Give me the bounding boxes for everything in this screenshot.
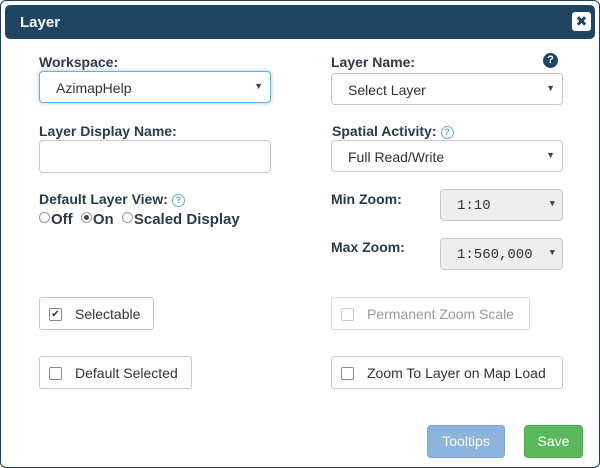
radio-on[interactable]: [80, 212, 92, 223]
chevron-down-icon: ▼: [254, 81, 263, 91]
max-zoom-select[interactable]: 1:560,000 ▼: [440, 238, 563, 270]
default-layer-view-radio-group: Off On Scaled Display: [39, 211, 240, 228]
checkbox-box: [341, 367, 354, 380]
spatial-activity-label-text: Spatial Activity:: [332, 123, 437, 139]
min-zoom-select[interactable]: 1:10 ▼: [440, 189, 563, 221]
layer-display-name-label: Layer Display Name:: [39, 123, 177, 139]
min-zoom-value: 1:10: [457, 198, 491, 214]
max-zoom-value: 1:560,000: [457, 247, 533, 263]
spatial-activity-value: Full Read/Write: [348, 149, 445, 165]
dialog-title: Layer: [20, 14, 61, 31]
zoom-to-layer-checkbox[interactable]: Zoom To Layer on Map Load: [331, 356, 563, 389]
radio-on-label: On: [92, 211, 114, 228]
default-layer-view-label-text: Default Layer View:: [39, 191, 168, 207]
radio-scaled-display-label: Scaled Display: [133, 211, 240, 228]
chevron-down-icon: ▼: [546, 150, 555, 160]
chevron-down-icon: ▼: [549, 199, 555, 209]
chevron-down-icon: ▼: [546, 83, 555, 93]
layer-display-name-input[interactable]: [39, 140, 271, 173]
radio-scaled-display[interactable]: [121, 212, 133, 223]
layer-name-select[interactable]: Select Layer ▼: [331, 73, 563, 105]
selectable-checkbox[interactable]: ✔ Selectable: [39, 297, 154, 330]
max-zoom-label: Max Zoom:: [331, 239, 405, 255]
help-icon[interactable]: ?: [440, 126, 454, 139]
close-icon[interactable]: ✖: [572, 12, 591, 31]
min-zoom-label: Min Zoom:: [331, 191, 402, 207]
zoom-to-layer-label: Zoom To Layer on Map Load: [367, 365, 546, 381]
check-icon: ✔: [49, 308, 62, 321]
tooltips-button[interactable]: Tooltips: [427, 425, 505, 458]
spatial-activity-select[interactable]: Full Read/Write ▼: [331, 140, 563, 172]
layer-name-value: Select Layer: [348, 82, 426, 98]
spatial-activity-label: Spatial Activity:?: [332, 123, 454, 139]
permanent-zoom-scale-checkbox[interactable]: Permanent Zoom Scale: [331, 297, 530, 330]
default-selected-label: Default Selected: [75, 365, 178, 381]
radio-off[interactable]: [39, 212, 50, 223]
save-button[interactable]: Save: [524, 425, 583, 458]
help-icon[interactable]: ?: [543, 53, 558, 68]
checkbox-box: [341, 308, 354, 321]
workspace-label: Workspace:: [39, 54, 119, 70]
checkbox-box: [49, 367, 62, 380]
chevron-down-icon: ▼: [549, 248, 555, 258]
default-layer-view-label: Default Layer View:?: [39, 191, 185, 207]
radio-off-label: Off: [51, 211, 73, 228]
permanent-zoom-scale-label: Permanent Zoom Scale: [367, 306, 515, 322]
selectable-label: Selectable: [75, 306, 141, 322]
layer-name-label: Layer Name:: [331, 54, 416, 70]
default-selected-checkbox[interactable]: Default Selected: [39, 356, 192, 389]
workspace-select[interactable]: AzimapHelp ▼: [39, 71, 271, 103]
help-icon[interactable]: ?: [171, 194, 185, 207]
workspace-value: AzimapHelp: [56, 80, 132, 96]
layer-dialog: Layer ✖ Workspace: AzimapHelp ▼ Layer Na…: [0, 0, 600, 468]
title-bar: Layer ✖: [5, 5, 595, 39]
